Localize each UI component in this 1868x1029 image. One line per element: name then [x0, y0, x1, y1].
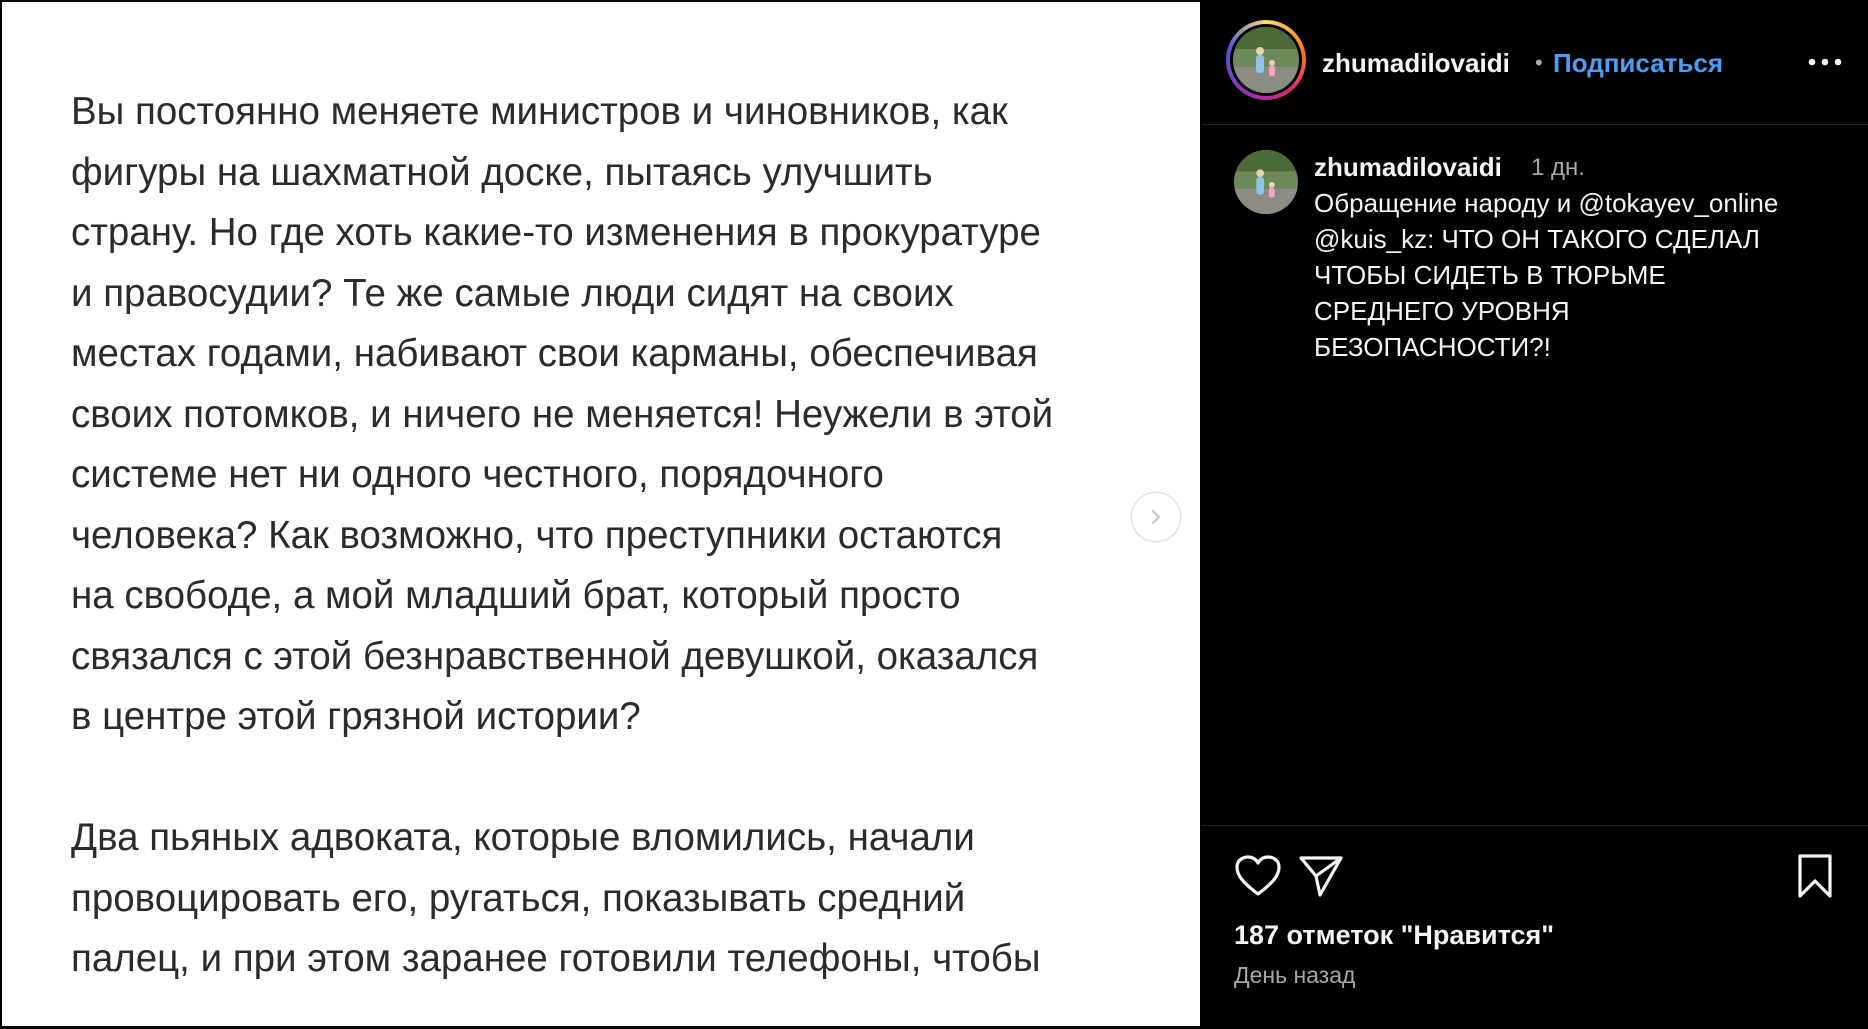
separator-dot: •: [1535, 50, 1543, 75]
more-options-button[interactable]: [1800, 40, 1850, 84]
heart-icon: [1235, 855, 1281, 896]
avatar[interactable]: [1226, 20, 1306, 100]
chevron-right-icon: [1151, 509, 1161, 525]
post-image-text: Вы постоянно меняете министров и чиновни…: [71, 82, 1141, 1026]
bookmark-icon: [1798, 854, 1832, 898]
caption-username[interactable]: zhumadilovaidi: [1314, 152, 1502, 183]
share-button[interactable]: [1298, 854, 1344, 903]
likes-count[interactable]: 187 отметок "Нравится": [1234, 920, 1554, 951]
avatar-image: [1233, 27, 1299, 93]
more-options-icon: [1808, 58, 1842, 66]
post-paragraph: Вы постоянно меняете министров и чиновни…: [71, 90, 1054, 738]
next-slide-button[interactable]: [1132, 493, 1180, 541]
post-sidebar: zhumadilovaidi • Подписаться zhumadilova…: [1202, 0, 1868, 1028]
save-button[interactable]: [1796, 853, 1834, 904]
send-icon: [1299, 856, 1343, 897]
post-actions: 187 отметок "Нравится" День назад: [1202, 825, 1868, 1029]
caption-avatar[interactable]: [1234, 150, 1298, 214]
post-media: Вы постоянно меняете министров и чиновни…: [2, 2, 1200, 1026]
post-date[interactable]: День назад: [1234, 962, 1355, 989]
header-username[interactable]: zhumadilovaidi: [1322, 48, 1510, 79]
caption-time[interactable]: 1 дн.: [1531, 154, 1585, 182]
caption-text: Обращение народу и @tokayev_online @kuis…: [1314, 188, 1779, 362]
follow-button[interactable]: Подписаться: [1553, 48, 1723, 79]
post-header: zhumadilovaidi • Подписаться: [1202, 0, 1868, 125]
post-paragraph: Два пьяных адвоката, которые вломились, …: [71, 816, 1041, 980]
like-button[interactable]: [1234, 854, 1282, 903]
post-viewer: Вы постоянно меняете министров и чиновни…: [0, 0, 1868, 1028]
